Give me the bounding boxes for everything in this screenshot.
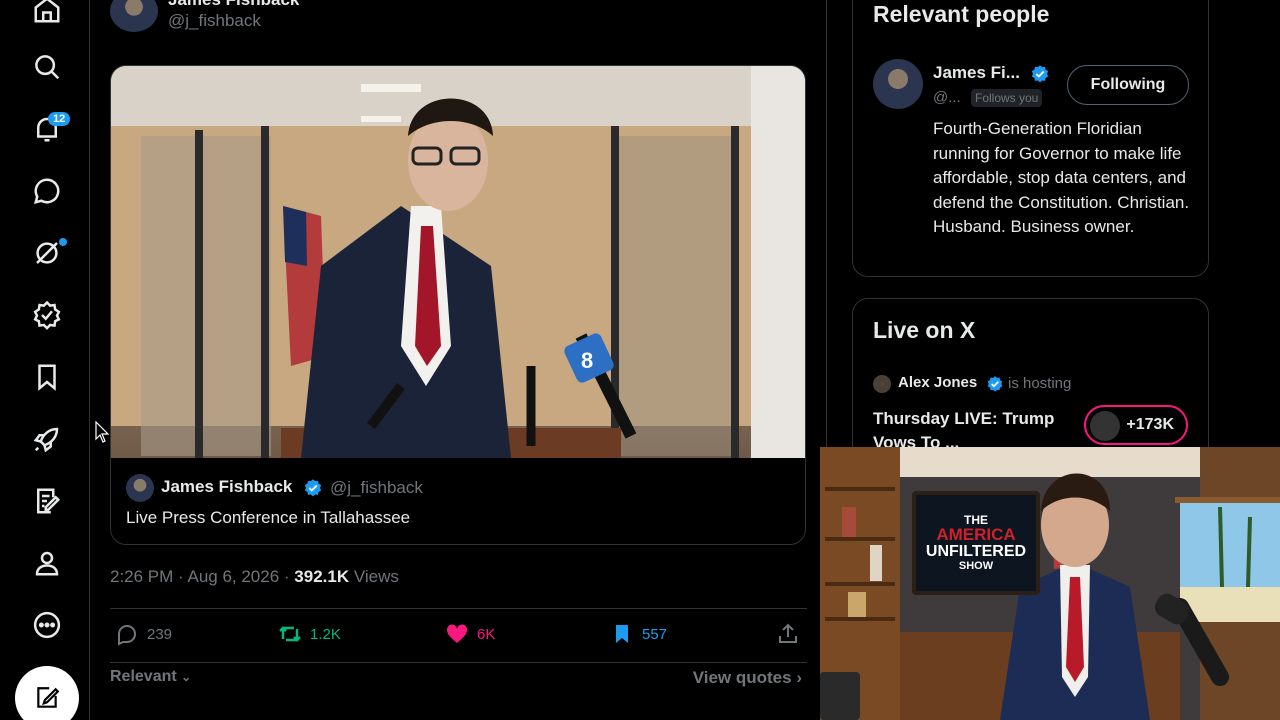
repost-button[interactable]: 1.2K [278,622,341,646]
messages-icon[interactable] [22,166,72,216]
follows-you-badge: Follows you [971,89,1043,107]
post-timestamp[interactable]: 2:26 PM · Aug 6, 2026 [110,567,279,586]
following-button[interactable]: Following [1067,65,1189,105]
chevron-down-icon: ⌄ [181,670,192,684]
view-quotes-link[interactable]: View quotes › [693,668,802,688]
quoted-author-name[interactable]: James Fishback [161,477,292,497]
reply-button[interactable]: 239 [115,622,172,646]
verified-badge-icon [1031,65,1049,83]
repost-icon [279,626,301,642]
reply-count: 239 [147,625,173,643]
search-icon[interactable] [22,42,72,92]
main-column: James Fishback @j_fishback [90,0,827,720]
articles-icon[interactable] [22,476,72,526]
bookmark-icon [616,625,628,643]
view-quotes-label: View quotes [692,668,792,687]
relevant-person-avatar[interactable] [873,59,923,109]
compose-icon [37,687,60,708]
more-icon[interactable] [22,600,72,650]
notifications-badge: 12 [48,112,71,126]
heart-icon [446,624,468,643]
post-meta: 2:26 PM · Aug 6, 2026 · 392.1K Views [110,567,399,586]
grok-icon[interactable] [22,228,72,278]
listener-avatar [1090,411,1120,441]
svg-text:8: 8 [581,348,593,373]
divider [110,608,807,609]
show-logo-line: SHOW [958,559,994,572]
premium-rocket-icon[interactable] [22,414,72,464]
share-icon [779,623,797,643]
left-nav: 12 [0,0,90,720]
host-name[interactable]: Alex Jones [898,374,977,391]
author-avatar[interactable] [110,0,158,32]
home-icon[interactable] [22,0,72,35]
profile-icon[interactable] [22,538,72,588]
show-logo-screen: THE AMERICA UNFILTERED SHOW [912,491,1040,595]
views-label: Views [353,567,399,586]
like-count: 6K [477,625,496,643]
like-button[interactable]: 6K [445,622,495,646]
bookmark-button[interactable]: 557 [610,622,667,646]
post-actions: 239 1.2K 6K 557 [110,622,807,658]
divider [110,662,807,663]
relevant-person-name[interactable]: James Fi... [933,63,1020,83]
show-logo-line: UNFILTERED [925,543,1027,561]
live-title: Live on X [873,317,976,343]
quoted-post-text: Live Press Conference in Tallahassee [126,508,411,527]
webcam-overlay: THE AMERICA UNFILTERED SHOW [820,447,1280,720]
views-count: 392.1K [294,567,350,586]
repost-count: 1.2K [310,625,341,643]
quoted-post-card[interactable]: 8 James Fishback @j_fishback Live Press … [110,65,806,545]
listener-count: +173K [1126,416,1174,433]
sort-replies-dropdown[interactable]: Relevant ⌄ [110,668,191,686]
verified-icon[interactable] [22,290,72,340]
verified-badge-icon [304,479,322,497]
relevant-person-handle[interactable]: @... [933,89,961,106]
verified-badge-icon [987,376,1003,392]
notifications-icon[interactable]: 12 [22,104,72,154]
host-avatar[interactable] [873,375,891,393]
reply-icon [118,624,136,646]
relevant-person-bio: Fourth-Generation Floridian running for … [933,119,1190,237]
relevant-people-title: Relevant people [873,1,1050,27]
quoted-author-avatar[interactable] [126,474,154,502]
live-listeners-button[interactable]: +173K [1084,405,1188,445]
chevron-right-icon: › [796,668,802,687]
grok-dot [59,238,67,246]
relevant-people-card: Relevant people James Fi... @... Follows… [852,0,1209,277]
share-button[interactable] [776,622,800,646]
bookmark-count: 557 [642,625,668,643]
compose-button[interactable] [15,666,79,720]
sort-label: Relevant [110,668,177,685]
author-handle[interactable]: @j_fishback [168,11,261,31]
show-logo-line: AMERICA [936,525,1016,545]
bookmarks-icon[interactable] [22,352,72,402]
hosting-label: is hosting [1008,375,1072,392]
quoted-post-image[interactable]: 8 [111,66,805,458]
author-name[interactable]: James Fishback [168,0,299,10]
quoted-author-handle[interactable]: @j_fishback [330,478,423,498]
